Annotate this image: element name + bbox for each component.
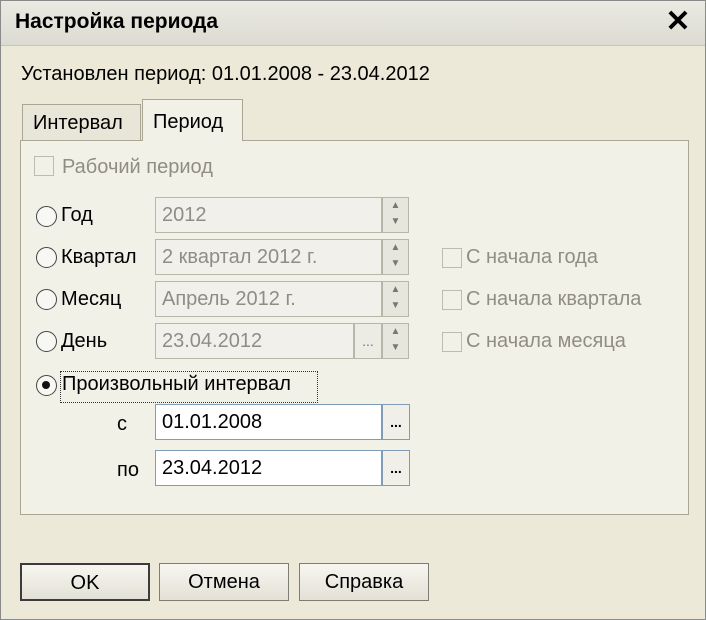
current-period-text: Установлен период: 01.01.2008 - 23.04.20…	[21, 63, 430, 85]
period-settings-dialog: Настройка периода ✕ Установлен период: 0…	[0, 0, 706, 620]
to-date-picker-button[interactable]: ...	[382, 450, 410, 486]
radio-year[interactable]	[36, 206, 57, 227]
ok-button[interactable]: OK	[20, 563, 150, 601]
from-year-start-checkbox[interactable]	[442, 248, 462, 268]
radio-quarter[interactable]	[36, 247, 57, 268]
from-month-start-label: С начала месяца	[466, 330, 626, 352]
to-label: по	[117, 459, 139, 481]
radio-selected-dot	[42, 381, 50, 389]
from-quarter-start-label: С начала квартала	[466, 288, 642, 310]
tab-interval[interactable]: Интервал	[22, 104, 141, 140]
year-spinner[interactable]: ▲ ▼	[382, 197, 409, 233]
year-label: Год	[61, 204, 93, 226]
day-field[interactable]: 23.04.2012	[155, 323, 354, 359]
radio-month[interactable]	[36, 289, 57, 310]
title-bar: Настройка периода ✕	[1, 1, 705, 46]
radio-day[interactable]	[36, 331, 57, 352]
from-month-start-checkbox[interactable]	[442, 332, 462, 352]
from-label: с	[117, 413, 127, 435]
working-period-checkbox[interactable]	[34, 156, 54, 176]
day-picker-button[interactable]: ...	[354, 323, 382, 359]
quarter-spinner[interactable]: ▲ ▼	[382, 239, 409, 275]
month-label: Месяц	[61, 288, 122, 310]
year-field[interactable]: 2012	[155, 197, 382, 233]
cancel-button[interactable]: Отмена	[159, 563, 289, 601]
month-spinner[interactable]: ▲ ▼	[382, 281, 409, 317]
close-icon[interactable]: ✕	[663, 7, 693, 37]
from-date-picker-button[interactable]: ...	[382, 404, 410, 440]
from-year-start-label: С начала года	[466, 246, 598, 268]
quarter-field[interactable]: 2 квартал 2012 г.	[155, 239, 382, 275]
quarter-label: Квартал	[61, 246, 137, 268]
custom-interval-label: Произвольный интервал	[62, 373, 291, 395]
tab-period[interactable]: Период	[142, 99, 243, 141]
help-button[interactable]: Справка	[299, 563, 429, 601]
month-field[interactable]: Апрель 2012 г.	[155, 281, 382, 317]
from-date-field[interactable]: 01.01.2008	[155, 404, 382, 440]
day-spinner[interactable]: ▲ ▼	[382, 323, 409, 359]
dialog-title: Настройка периода	[15, 10, 219, 33]
radio-custom-interval[interactable]	[36, 375, 57, 396]
to-date-field[interactable]: 23.04.2012	[155, 450, 382, 486]
day-label: День	[61, 330, 108, 352]
from-quarter-start-checkbox[interactable]	[442, 290, 462, 310]
working-period-label: Рабочий период	[62, 156, 213, 178]
